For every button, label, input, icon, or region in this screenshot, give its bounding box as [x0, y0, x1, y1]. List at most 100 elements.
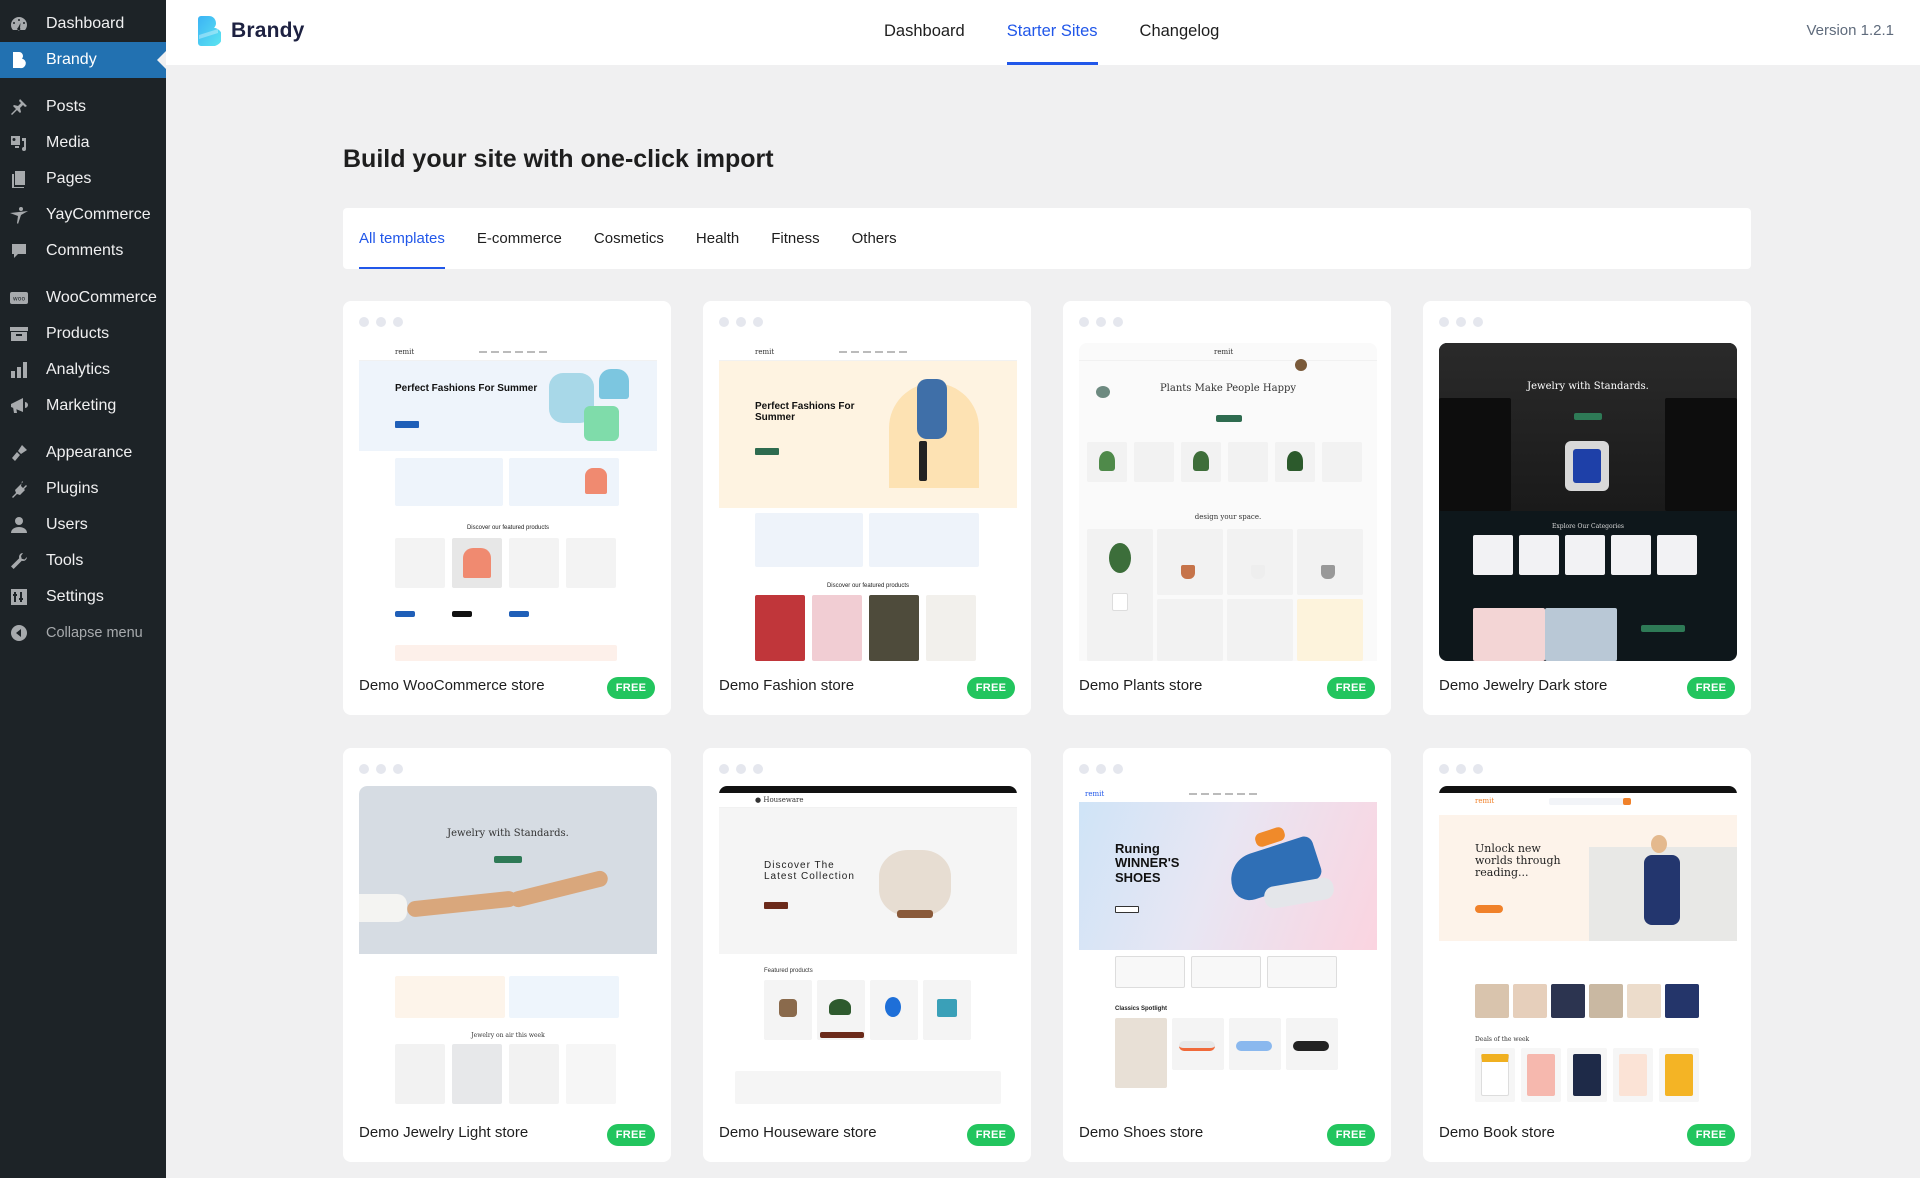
sidebar-item-products[interactable]: Products [0, 316, 166, 352]
preview-section: Classics Spotlight [1115, 1006, 1168, 1012]
tab-all-templates[interactable]: All templates [359, 208, 445, 269]
sidebar-item-settings[interactable]: Settings [0, 579, 166, 615]
tab-health[interactable]: Health [696, 208, 739, 269]
preview-headline: Runing WINNER'S SHOES [1115, 841, 1180, 885]
sidebar-item-label: Posts [46, 98, 87, 115]
template-preview: remit Perfect Fashions For Summer Discov… [719, 343, 1017, 661]
sidebar-item-marketing[interactable]: Marketing [0, 388, 166, 424]
preview-section: design your space. [1194, 513, 1262, 521]
sidebar-item-label: Brandy [46, 51, 97, 68]
sidebar-item-label: Analytics [46, 361, 111, 378]
bar-chart-icon [9, 360, 29, 380]
version-label: Version 1.2.1 [1806, 22, 1894, 39]
window-dots [359, 764, 410, 774]
free-badge: FREE [1687, 677, 1735, 699]
sidebar-item-label: WooCommerce [46, 289, 157, 306]
admin-sidebar: Dashboard Brandy Posts Media Pages YayCo… [0, 0, 166, 1178]
sidebar-item-label: Plugins [46, 480, 99, 497]
sidebar-item-plugins[interactable]: Plugins [0, 471, 166, 507]
template-title: Demo WooCommerce store [359, 677, 545, 694]
sidebar-item-dashboard[interactable]: Dashboard [0, 6, 166, 42]
archive-icon [9, 324, 29, 344]
sidebar-item-analytics[interactable]: Analytics [0, 352, 166, 388]
template-preview: remit Perfect Fashions For Summer Discov… [359, 343, 657, 661]
collapse-arrow-icon [9, 623, 29, 643]
sidebar-item-label: Tools [46, 552, 84, 569]
sidebar-item-label: Products [46, 325, 110, 342]
window-dots [1439, 764, 1490, 774]
tab-fitness[interactable]: Fitness [771, 208, 819, 269]
preview-headline: Perfect Fashions For Summer [395, 383, 538, 394]
top-nav: Dashboard Starter Sites Changelog [884, 0, 1261, 65]
template-preview: ● Houseware Discover The Latest Collecti… [719, 786, 1017, 1104]
tab-e-commerce[interactable]: E-commerce [477, 208, 562, 269]
template-title: Demo Fashion store [719, 677, 855, 694]
template-card-woocommerce[interactable]: remit Perfect Fashions For Summer Discov… [343, 301, 671, 715]
free-badge: FREE [1687, 1124, 1735, 1146]
sidebar-item-label: Collapse menu [46, 625, 143, 641]
window-dots [359, 317, 410, 327]
sidebar-item-label: Appearance [46, 444, 133, 461]
template-card-houseware[interactable]: ● Houseware Discover The Latest Collecti… [703, 748, 1031, 1162]
nav-dashboard[interactable]: Dashboard [884, 0, 965, 65]
sidebar-item-label: YayCommerce [46, 206, 151, 223]
sidebar-item-media[interactable]: Media [0, 125, 166, 161]
preview-section: Discover our featured products [466, 525, 550, 531]
free-badge: FREE [1327, 1124, 1375, 1146]
template-preview: remit Plants Make People Happy design yo… [1079, 343, 1377, 661]
sidebar-item-appearance[interactable]: Appearance [0, 435, 166, 471]
tab-cosmetics[interactable]: Cosmetics [594, 208, 664, 269]
free-badge: FREE [967, 677, 1015, 699]
brandy-logo-icon [198, 16, 221, 46]
brand-name: Brandy [231, 19, 305, 42]
page-title: Build your site with one-click import [343, 145, 774, 173]
sidebar-item-users[interactable]: Users [0, 507, 166, 543]
template-title: Demo Plants store [1079, 677, 1203, 694]
template-card-book[interactable]: remit Unlock new worlds through reading.… [1423, 748, 1751, 1162]
pin-icon [9, 97, 29, 117]
sidebar-item-pages[interactable]: Pages [0, 161, 166, 197]
free-badge: FREE [607, 1124, 655, 1146]
preview-headline: Jewelry with Standards. [447, 828, 569, 839]
woo-icon: woo [9, 288, 29, 308]
template-card-shoes[interactable]: remit Runing WINNER'S SHOES Classics Spo… [1063, 748, 1391, 1162]
sidebar-item-posts[interactable]: Posts [0, 89, 166, 125]
sidebar-item-label: Media [46, 134, 90, 151]
megaphone-icon [9, 396, 29, 416]
preview-headline: Perfect Fashions For Summer [755, 401, 855, 423]
brandy-icon [9, 50, 29, 70]
nav-starter-sites[interactable]: Starter Sites [1006, 0, 1098, 65]
template-card-jewelry-dark[interactable]: Jewelry with Standards. Explore Our Cate… [1423, 301, 1751, 715]
template-title: Demo Houseware store [719, 1124, 877, 1141]
template-title: Demo Jewelry Dark store [1439, 677, 1608, 694]
preview-section: Deals of the week [1475, 1036, 1530, 1043]
template-preview: remit Unlock new worlds through reading.… [1439, 786, 1737, 1104]
template-title: Demo Jewelry Light store [359, 1124, 529, 1141]
collapse-menu-button[interactable]: Collapse menu [0, 615, 166, 651]
preview-section: Discover our featured products [826, 583, 910, 589]
preview-headline: Discover The Latest Collection [764, 860, 855, 882]
template-card-fashion[interactable]: remit Perfect Fashions For Summer Discov… [703, 301, 1031, 715]
preview-headline: Unlock new worlds through reading... [1475, 842, 1561, 880]
template-card-jewelry-light[interactable]: Jewelry with Standards. Jewelry on air t… [343, 748, 671, 1162]
preview-section: Explore Our Categories [1551, 523, 1625, 530]
sidebar-item-brandy[interactable]: Brandy [0, 42, 166, 78]
window-dots [1079, 764, 1130, 774]
free-badge: FREE [1327, 677, 1375, 699]
pages-icon [9, 169, 29, 189]
template-preview: Jewelry with Standards. Explore Our Cate… [1439, 343, 1737, 661]
sidebar-item-tools[interactable]: Tools [0, 543, 166, 579]
sidebar-item-comments[interactable]: Comments [0, 233, 166, 269]
template-title: Demo Shoes store [1079, 1124, 1204, 1141]
template-card-plants[interactable]: remit Plants Make People Happy design yo… [1063, 301, 1391, 715]
sidebar-item-yaycommerce[interactable]: YayCommerce [0, 197, 166, 233]
dashboard-icon [9, 14, 29, 34]
brand-logo[interactable]: Brandy [198, 16, 305, 46]
free-badge: FREE [967, 1124, 1015, 1146]
tab-others[interactable]: Others [852, 208, 897, 269]
free-badge: FREE [607, 677, 655, 699]
sidebar-item-label: Marketing [46, 397, 117, 414]
nav-changelog[interactable]: Changelog [1140, 0, 1220, 65]
preview-headline: Plants Make People Happy [1159, 383, 1297, 394]
sidebar-item-woocommerce[interactable]: woo WooCommerce [0, 280, 166, 316]
